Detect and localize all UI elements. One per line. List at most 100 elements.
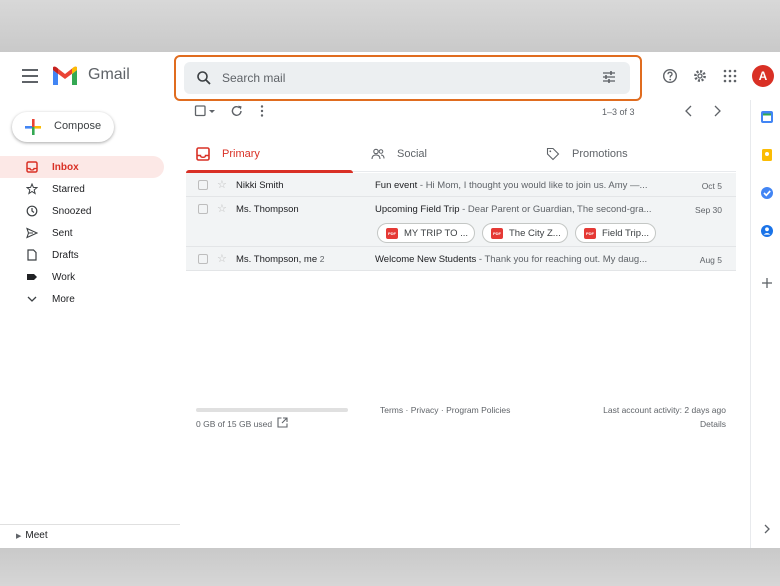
sidebar-item-label: Work <box>52 272 76 283</box>
tab-label: Promotions <box>572 148 628 160</box>
pagination-count: 1–3 of 3 <box>602 107 635 117</box>
side-panel-rail <box>750 100 780 548</box>
email-sender: Nikki Smith <box>236 180 284 191</box>
settings-gear-icon[interactable] <box>692 68 708 84</box>
add-addon-icon[interactable] <box>760 276 774 290</box>
sidebar-item-more[interactable]: More <box>0 288 164 310</box>
star-toggle-icon[interactable]: ☆ <box>217 178 227 191</box>
compose-button[interactable]: Compose <box>12 112 114 142</box>
sidebar-item-label: Sent <box>52 228 73 239</box>
expand-panel-icon[interactable] <box>760 522 774 536</box>
tab-label: Social <box>397 148 427 160</box>
sidebar-item-work[interactable]: Work <box>0 266 164 288</box>
pdf-icon: PDF <box>386 228 398 239</box>
row-checkbox[interactable] <box>198 204 208 214</box>
attachment-chip[interactable]: PDF MY TRIP TO ... <box>377 223 475 243</box>
label-icon <box>27 274 37 280</box>
search-input[interactable]: Search mail <box>222 71 285 85</box>
star-toggle-icon[interactable]: ☆ <box>217 252 227 265</box>
search-options-icon[interactable] <box>602 70 616 84</box>
meet-section-toggle[interactable]: ▶ Meet <box>16 530 48 541</box>
email-subject-line: Upcoming Field Trip - Dear Parent or Gua… <box>375 204 675 215</box>
draft-icon <box>27 249 37 261</box>
compose-label: Compose <box>54 120 102 132</box>
top-frame-band <box>0 0 780 52</box>
storage-text: 0 GB of 15 GB used <box>196 419 273 429</box>
pdf-icon: PDF <box>584 228 596 239</box>
tab-promotions[interactable]: Promotions <box>536 140 736 172</box>
plus-icon <box>25 119 41 135</box>
gmail-logo-icon[interactable] <box>52 66 78 86</box>
chevron-down-icon <box>27 296 37 302</box>
details-link[interactable]: Details <box>596 419 726 429</box>
attachment-name: Field Trip... <box>602 228 649 239</box>
chevron-right-icon: ▶ <box>16 533 22 540</box>
footer-policy-links[interactable]: Terms · Privacy · Program Policies <box>380 405 510 415</box>
people-icon <box>371 148 385 160</box>
select-all-checkbox[interactable] <box>194 104 208 118</box>
refresh-icon[interactable] <box>230 104 244 118</box>
clock-icon <box>26 205 38 217</box>
apps-grid-icon[interactable] <box>722 68 738 84</box>
email-snippet: - Thank you for reaching out. My daug... <box>476 254 648 265</box>
sidebar-item-starred[interactable]: Starred <box>0 178 164 200</box>
open-external-icon[interactable] <box>277 417 288 428</box>
more-options-icon[interactable] <box>258 104 266 118</box>
help-icon[interactable] <box>662 68 678 84</box>
attachment-name: MY TRIP TO ... <box>404 228 469 239</box>
star-toggle-icon[interactable]: ☆ <box>217 202 227 215</box>
sidebar-nav: Inbox Starred Snoozed Sent Drafts Work M… <box>0 156 172 310</box>
email-snippet: - Hi Mom, I thought you would like to jo… <box>417 180 648 191</box>
email-subject-line: Welcome New Students - Thank you for rea… <box>375 254 675 265</box>
row-checkbox[interactable] <box>198 254 208 264</box>
tab-primary[interactable]: Primary <box>186 140 353 173</box>
sidebar-item-label: More <box>52 294 75 305</box>
search-bar[interactable]: Search mail <box>184 62 630 94</box>
sidebar-item-drafts[interactable]: Drafts <box>0 244 164 266</box>
email-sender: Ms. Thompson <box>236 204 299 215</box>
email-list: ☆ Nikki Smith Fun event - Hi Mom, I thou… <box>186 173 736 271</box>
sidebar-item-label: Starred <box>52 184 85 195</box>
email-sender-names: Ms. Thompson, me <box>236 254 318 265</box>
main-menu-icon[interactable] <box>22 69 38 83</box>
app-name: Gmail <box>88 66 130 83</box>
divider <box>0 524 180 525</box>
inbox-icon <box>196 147 210 161</box>
email-date: Oct 5 <box>701 181 722 191</box>
email-date: Aug 5 <box>699 255 722 265</box>
email-subject: Fun event <box>375 180 418 191</box>
sidebar-item-sent[interactable]: Sent <box>0 222 164 244</box>
sidebar-item-label: Inbox <box>52 162 79 173</box>
tab-social[interactable]: Social <box>361 140 536 172</box>
search-icon[interactable] <box>196 70 212 86</box>
send-icon <box>26 227 38 239</box>
older-page-icon[interactable] <box>710 104 724 118</box>
email-subject: Upcoming Field Trip <box>375 204 460 215</box>
sidebar-item-label: Snoozed <box>52 206 92 217</box>
sidebar-item-inbox[interactable]: Inbox <box>0 156 164 178</box>
sidebar-item-snoozed[interactable]: Snoozed <box>0 200 164 222</box>
inbox-icon <box>26 161 38 173</box>
keep-icon[interactable] <box>760 148 774 162</box>
tag-icon <box>546 147 560 161</box>
email-row[interactable]: ☆ Ms. Thompson Upcoming Field Trip - Dea… <box>186 197 736 247</box>
category-tabs: Primary Social Promotions <box>186 140 736 173</box>
email-subject: Welcome New Students <box>375 254 477 265</box>
account-avatar[interactable]: A <box>752 65 774 87</box>
attachment-chip[interactable]: PDF Field Trip... <box>575 223 656 243</box>
bottom-frame-band <box>0 548 780 586</box>
attachment-chip[interactable]: PDF The City Z... <box>482 223 568 243</box>
select-dropdown-icon[interactable] <box>208 104 216 118</box>
newer-page-icon[interactable] <box>682 104 696 118</box>
calendar-icon[interactable] <box>760 110 774 124</box>
email-snippet: - Dear Parent or Guardian, The second-gr… <box>459 204 652 215</box>
email-sender: Ms. Thompson, me 2 <box>236 254 325 265</box>
contacts-icon[interactable] <box>760 224 774 238</box>
email-row[interactable]: ☆ Ms. Thompson, me 2 Welcome New Student… <box>186 247 736 271</box>
tasks-icon[interactable] <box>760 186 774 200</box>
row-checkbox[interactable] <box>198 180 208 190</box>
gmail-window: Gmail Search mail A Compose Inbox Starre… <box>0 52 780 548</box>
email-row[interactable]: ☆ Nikki Smith Fun event - Hi Mom, I thou… <box>186 173 736 197</box>
thread-count: 2 <box>319 254 325 264</box>
email-subject-line: Fun event - Hi Mom, I thought you would … <box>375 180 675 191</box>
